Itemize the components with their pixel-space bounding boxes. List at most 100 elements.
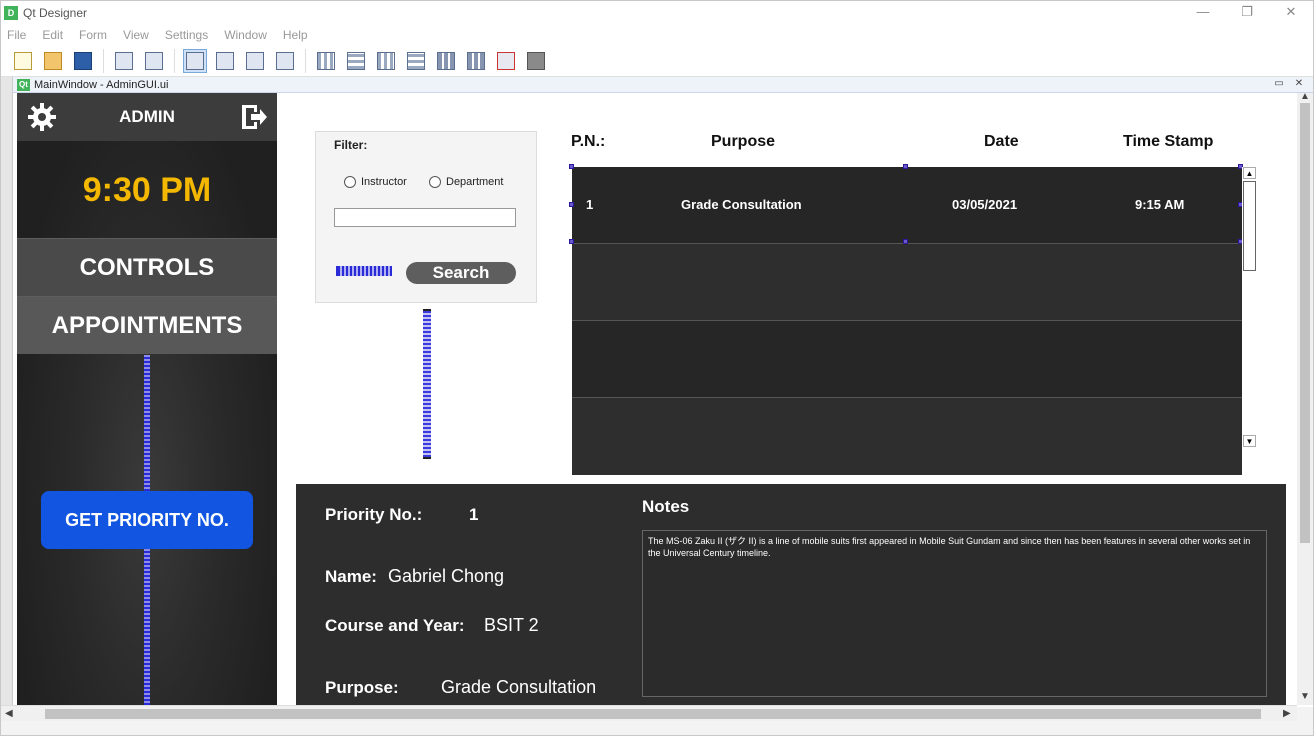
left-dock-strip xyxy=(1,77,13,707)
subwindow-title-bar: Qt MainWindow - AdminGUI.ui ▭ ✕ xyxy=(13,77,1313,93)
table-row[interactable] xyxy=(572,398,1242,475)
edit-buddies-button[interactable] xyxy=(243,49,267,73)
admin-label: ADMIN xyxy=(119,107,175,126)
open-form-button[interactable] xyxy=(41,49,65,73)
vertical-spacer[interactable] xyxy=(423,309,431,459)
adjust-size-icon xyxy=(527,51,545,70)
scroll-up-icon[interactable]: ▲ xyxy=(1243,167,1256,179)
menu-file[interactable]: File xyxy=(7,28,26,42)
sidebar: ADMIN 9:30 PM CONTROLS APPOINTMENTS GET … xyxy=(17,93,277,705)
buddies-icon xyxy=(246,51,264,70)
bring-to-front-button[interactable] xyxy=(142,49,166,73)
new-file-icon xyxy=(14,51,32,70)
notes-text-area[interactable]: The MS-06 Zaku II (ザク II) is a line of m… xyxy=(642,530,1267,697)
edit-widgets-icon xyxy=(186,51,204,70)
mdi-horizontal-scrollbar[interactable]: ◀ ▶ xyxy=(1,705,1297,721)
scrollbar-thumb[interactable] xyxy=(45,709,1261,719)
lay-out-vertically-button[interactable] xyxy=(344,49,368,73)
selection-handle[interactable] xyxy=(569,239,574,244)
cell-pn: 1 xyxy=(586,197,594,212)
menu-edit[interactable]: Edit xyxy=(42,28,63,42)
cell-purpose: Grade Consultation xyxy=(681,197,802,212)
menu-window[interactable]: Window xyxy=(224,28,267,42)
course-year-label: Course and Year: xyxy=(325,616,465,635)
adjust-size-button[interactable] xyxy=(524,49,548,73)
toolbar-separator xyxy=(103,48,104,73)
subwindow-close-button[interactable]: ✕ xyxy=(1289,77,1309,91)
selection-handle[interactable] xyxy=(903,239,908,244)
notes-label: Notes xyxy=(642,497,690,516)
priority-number-value: 1 xyxy=(469,505,479,524)
table-row[interactable] xyxy=(572,244,1242,321)
radio-circle-icon xyxy=(429,176,441,188)
name-label: Name: xyxy=(325,567,377,586)
window-controls: — ❐ ✕ xyxy=(1181,1,1313,25)
get-priority-number-button[interactable]: GET PRIORITY NO. xyxy=(41,491,253,549)
table-row[interactable]: 1 Grade Consultation 03/05/2021 9:15 AM xyxy=(572,167,1242,244)
appointments-button[interactable]: APPOINTMENTS xyxy=(17,296,277,354)
vertical-spacer[interactable] xyxy=(144,355,150,491)
edit-widgets-button[interactable] xyxy=(183,48,207,73)
save-icon xyxy=(74,51,92,70)
form-subwindow: Qt MainWindow - AdminGUI.ui ▭ ✕ ADMIN 9:… xyxy=(13,77,1313,707)
menu-settings[interactable]: Settings xyxy=(165,28,208,42)
appointments-table: 1 Grade Consultation 03/05/2021 9:15 AM xyxy=(569,164,1243,475)
signals-slots-icon xyxy=(216,51,234,70)
menu-help[interactable]: Help xyxy=(283,28,308,42)
scroll-down-icon[interactable]: ▼ xyxy=(1243,435,1256,447)
toolbar-separator xyxy=(305,48,306,73)
restore-button[interactable]: ❐ xyxy=(1225,1,1269,25)
scroll-down-icon[interactable]: ▼ xyxy=(1300,691,1310,702)
menu-view[interactable]: View xyxy=(123,28,149,42)
horizontal-splitter-icon xyxy=(377,51,395,70)
vertical-splitter-button[interactable] xyxy=(404,49,428,73)
filter-search-input[interactable] xyxy=(334,208,516,227)
break-layout-button[interactable] xyxy=(494,49,518,73)
close-button[interactable]: ✕ xyxy=(1269,1,1313,25)
scroll-right-icon[interactable]: ▶ xyxy=(1283,708,1291,719)
controls-button[interactable]: CONTROLS xyxy=(17,238,277,296)
table-scrollbar[interactable]: ▲ ▼ xyxy=(1242,167,1257,449)
grid-layout-button[interactable] xyxy=(464,49,488,73)
edit-tab-order-button[interactable] xyxy=(273,49,297,73)
department-radio[interactable]: Department xyxy=(429,176,503,188)
department-radio-label: Department xyxy=(446,176,504,188)
search-button[interactable]: Search xyxy=(406,262,516,284)
subwindow-title: MainWindow - AdminGUI.ui xyxy=(34,78,169,91)
break-layout-icon xyxy=(497,51,515,70)
selection-handle[interactable] xyxy=(569,164,574,169)
scroll-left-icon[interactable]: ◀ xyxy=(5,708,13,719)
priority-number-label: Priority No.: xyxy=(325,505,423,524)
lay-out-horizontally-button[interactable] xyxy=(314,49,338,73)
header-pn: P.N.: xyxy=(571,133,606,150)
send-to-back-button[interactable] xyxy=(112,49,136,73)
toolbar-separator xyxy=(174,48,175,73)
scroll-up-icon[interactable]: ▲ xyxy=(1300,91,1310,102)
scrollbar-thumb[interactable] xyxy=(1300,103,1310,543)
selection-handle[interactable] xyxy=(903,164,908,169)
horizontal-splitter-button[interactable] xyxy=(374,49,398,73)
instructor-radio[interactable]: Instructor xyxy=(344,176,407,188)
horizontal-spacer[interactable] xyxy=(336,266,392,276)
qt-designer-window: D Qt Designer — ❐ ✕ File Edit Form View … xyxy=(0,0,1314,736)
vertical-spacer[interactable] xyxy=(144,549,150,705)
menu-form[interactable]: Form xyxy=(79,28,107,42)
edit-signals-slots-button[interactable] xyxy=(213,49,237,73)
table-row[interactable] xyxy=(572,321,1242,398)
mdi-vertical-scrollbar[interactable]: ▲ ▼ xyxy=(1297,91,1313,705)
sidebar-header: ADMIN xyxy=(17,93,277,141)
new-form-button[interactable] xyxy=(11,49,35,73)
appointment-detail-panel: Priority No.: 1 Name: Gabriel Chong Cour… xyxy=(296,484,1286,705)
scrollbar-thumb[interactable] xyxy=(1243,181,1256,271)
name-value: Gabriel Chong xyxy=(388,566,505,586)
selection-handle[interactable] xyxy=(569,202,574,207)
qt-designer-logo-icon: D xyxy=(4,6,18,20)
open-folder-icon xyxy=(44,51,62,70)
header-date: Date xyxy=(984,133,1019,150)
minimize-button[interactable]: — xyxy=(1181,1,1225,25)
form-layout-button[interactable] xyxy=(434,49,458,73)
save-form-button[interactable] xyxy=(71,49,95,73)
logout-icon[interactable] xyxy=(239,102,269,132)
subwindow-restore-button[interactable]: ▭ xyxy=(1269,77,1289,91)
table-header: P.N.: Purpose Date Time Stamp xyxy=(571,131,1271,155)
